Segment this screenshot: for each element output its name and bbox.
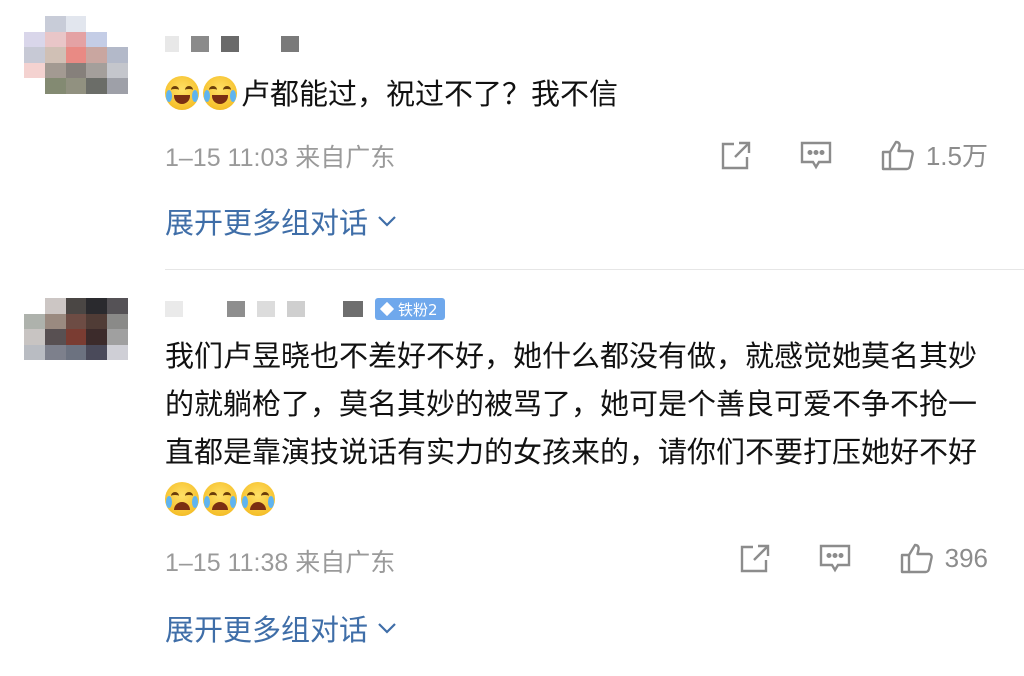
avatar-pixel [107,360,128,376]
avatar-pixel [44,360,66,376]
username-blur-block [257,301,275,317]
avatar-pixel [65,313,87,330]
comment-actions: 396 [737,541,988,575]
avatar-pixel [44,329,66,345]
username-pixelated[interactable]: 铁粉2 [165,298,445,320]
thumbs-up-icon [899,541,935,575]
diamond-icon [379,301,395,317]
avatar-pixel [86,344,108,361]
username-blur-block [227,301,245,317]
avatar-pixel [107,329,128,345]
crying-emoji-icon [165,482,199,516]
share-icon[interactable] [737,541,773,575]
like-button[interactable]: 396 [899,541,988,575]
comment-time: 1–15 11:38 [165,549,289,577]
crying-emoji-icon [203,482,237,516]
comment-text: 我们卢昱晓也不差好不好，她什么都没有做，就感觉她莫名其妙的就躺枪了，莫名其妙的被… [165,332,995,524]
avatar-pixel [86,298,108,314]
avatar-pixel [65,298,87,314]
expand-label: 展开更多组对话 [165,613,369,647]
crying-emoji-icon [241,482,275,516]
comment-item: 铁粉2 我们卢昱晓也不差好不好，她什么都没有做，就感觉她莫名其妙的就躺枪了，莫名… [0,0,1024,676]
avatar-pixel [65,360,87,376]
avatar[interactable] [24,298,128,376]
chevron-down-icon [378,623,396,634]
avatar-pixel [65,329,87,345]
avatar-pixel [107,298,128,314]
avatar-pixel [107,344,128,361]
avatar-pixel [24,344,45,361]
avatar-pixel [65,344,87,361]
expand-conversation-link[interactable]: 展开更多组对话 [165,607,398,649]
avatar-pixel [44,344,66,361]
username-blur-block [165,301,183,317]
comment-body: 我们卢昱晓也不差好不好，她什么都没有做，就感觉她莫名其妙的就躺枪了，莫名其妙的被… [165,339,978,469]
avatar-pixel [44,298,66,314]
comment-meta: 1–15 11:38 来自广东 [165,543,395,579]
username-blur-block [195,301,215,317]
comment-source: 来自广东 [295,549,396,577]
avatar-pixel [86,313,108,330]
username-blur-block [343,301,363,317]
avatar-pixel [24,360,45,376]
avatar-pixel [86,329,108,345]
like-count: 396 [944,542,988,573]
avatar-pixel [44,313,66,330]
avatar-pixel [24,329,45,345]
fan-level-badge[interactable]: 铁粉2 [375,298,445,320]
avatar-pixel [86,360,108,376]
username-blur-block [317,301,331,317]
comment-reply-icon[interactable] [817,541,853,575]
avatar-pixel [24,313,45,330]
avatar-pixel [24,298,45,314]
username-blur-block [287,301,305,317]
avatar-pixel [107,313,128,330]
badge-label: 铁粉2 [398,300,438,319]
